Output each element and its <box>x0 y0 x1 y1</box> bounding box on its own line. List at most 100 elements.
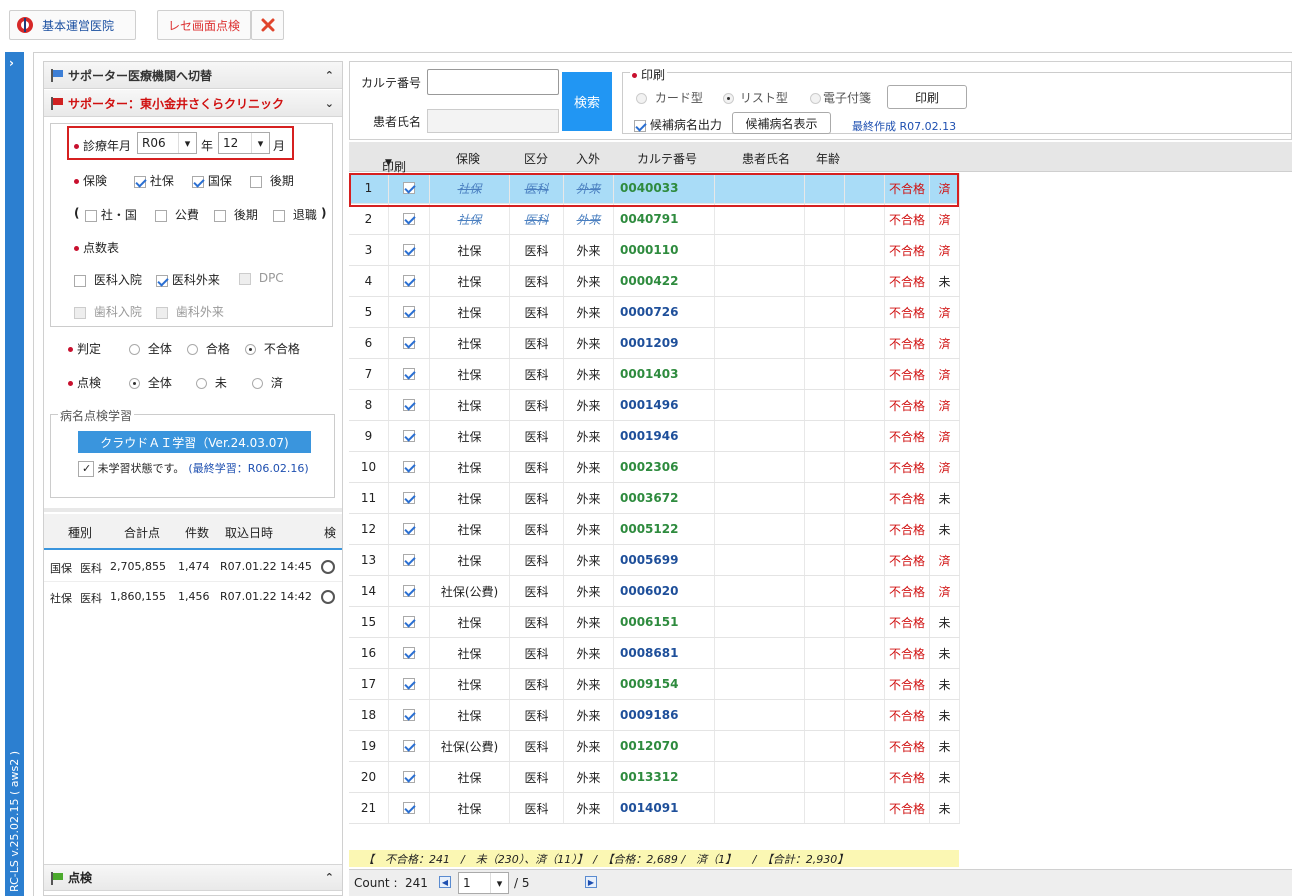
checkbox-checked-icon[interactable] <box>403 771 415 783</box>
row-print-checkbox[interactable] <box>389 235 430 265</box>
checkbox-checked-icon[interactable] <box>403 678 415 690</box>
rese-check-button[interactable]: レセ画面点検 <box>157 10 251 40</box>
row-print-checkbox[interactable] <box>389 204 430 234</box>
shaho-checkbox[interactable]: 社保 <box>134 172 174 189</box>
table-row[interactable]: 20 社保 医科 外来 0013312 不合格未 <box>349 762 960 793</box>
next-page-icon[interactable]: ▶ <box>585 876 597 888</box>
switch-header[interactable]: サポーター医療機関へ切替 ⌃ <box>44 62 342 89</box>
chevron-up-icon[interactable]: ⌃ <box>325 69 334 82</box>
checkbox-checked-icon[interactable] <box>403 399 415 411</box>
kihon-button[interactable]: 基本運営医院 <box>9 10 136 40</box>
table-row[interactable]: 19 社保(公費) 医科 外来 0012070 不合格未 <box>349 731 960 762</box>
checkbox-checked-icon[interactable] <box>403 461 415 473</box>
checkbox-icon[interactable] <box>214 209 226 222</box>
checkbox-checked-icon[interactable] <box>634 119 646 132</box>
row-print-checkbox[interactable] <box>389 731 430 761</box>
table-row[interactable]: 16 社保 医科 外来 0008681 不合格未 <box>349 638 960 669</box>
radio-icon[interactable] <box>196 378 207 389</box>
radio-icon[interactable] <box>252 378 263 389</box>
checkbox-checked-icon[interactable] <box>403 275 415 287</box>
table-row[interactable]: 13 社保 医科 外来 0005699 不合格済 <box>349 545 960 576</box>
table-row[interactable]: 14 社保(公費) 医科 外来 0006020 不合格済 <box>349 576 960 607</box>
table-row[interactable]: 21 社保 医科 外来 0014091 不合格未 <box>349 793 960 824</box>
checkbox-checked-icon[interactable] <box>403 616 415 628</box>
radio-icon[interactable] <box>187 344 198 355</box>
checkbox-checked-icon[interactable] <box>403 709 415 721</box>
page-select[interactable]: 1 ▾ <box>458 872 509 894</box>
sha-koku-checkbox[interactable]: 社・国 <box>85 206 137 223</box>
checkbox-icon[interactable] <box>273 209 285 222</box>
hantei-all-radio[interactable]: 全体 <box>129 340 172 357</box>
cloud-ai-button[interactable]: クラウドＡＩ学習（Ver.24.03.07) <box>78 431 311 453</box>
close-button[interactable] <box>251 10 284 40</box>
checkbox-checked-icon[interactable] <box>192 175 204 188</box>
checkbox-checked-icon[interactable] <box>403 337 415 349</box>
summary-row[interactable]: 社保 医科 1,860,155 1,456 R07.01.22 14:42 <box>44 582 342 612</box>
checkbox-checked-icon[interactable] <box>134 175 146 188</box>
checkbox-checked-icon[interactable] <box>403 554 415 566</box>
row-print-checkbox[interactable] <box>389 452 430 482</box>
radio-icon[interactable] <box>321 590 335 604</box>
table-row[interactable]: 10 社保 医科 外来 0002306 不合格済 <box>349 452 960 483</box>
table-row[interactable]: 4 社保 医科 外来 0000422 不合格未 <box>349 266 960 297</box>
table-row[interactable]: 8 社保 医科 外来 0001496 不合格済 <box>349 390 960 421</box>
checkbox-checked-icon[interactable] <box>403 740 415 752</box>
table-row[interactable]: 5 社保 医科 外来 0000726 不合格済 <box>349 297 960 328</box>
checkbox-checked-icon[interactable] <box>403 585 415 597</box>
row-print-checkbox[interactable] <box>389 359 430 389</box>
checkbox-checked-icon[interactable] <box>403 492 415 504</box>
checkbox-icon[interactable] <box>74 274 86 287</box>
row-print-checkbox[interactable] <box>389 483 430 513</box>
karte-input[interactable] <box>427 69 559 95</box>
row-print-checkbox[interactable] <box>389 297 430 327</box>
checkbox-checked-icon[interactable] <box>403 306 415 318</box>
table-row[interactable]: 6 社保 医科 外来 0001209 不合格済 <box>349 328 960 359</box>
checkbox-checked-icon[interactable] <box>403 368 415 380</box>
table-row[interactable]: 2 社保 医科 外来 0040791 不合格済 <box>349 204 960 235</box>
kouho-show-button[interactable]: 候補病名表示 <box>732 112 831 134</box>
row-print-checkbox[interactable] <box>389 576 430 606</box>
checkbox-checked-icon[interactable] <box>403 523 415 535</box>
row-print-checkbox[interactable] <box>389 266 430 296</box>
hantei-fugoukaku-radio[interactable]: 不合格 <box>245 340 300 357</box>
row-print-checkbox[interactable] <box>389 638 430 668</box>
row-print-checkbox[interactable] <box>389 700 430 730</box>
year-select[interactable]: R06 ▾ <box>137 132 197 154</box>
table-row[interactable]: 15 社保 医科 外来 0006151 不合格未 <box>349 607 960 638</box>
hantei-goukaku-radio[interactable]: 合格 <box>187 340 230 357</box>
prev-page-icon[interactable]: ◀ <box>439 876 451 888</box>
ika-nyuin-checkbox[interactable]: 医科入院 <box>74 271 142 288</box>
checkbox-icon[interactable] <box>85 209 97 222</box>
kouhi-checkbox[interactable]: 公費 <box>155 206 199 223</box>
checkbox-checked-icon[interactable] <box>403 802 415 814</box>
table-row[interactable]: 7 社保 医科 外来 0001403 不合格済 <box>349 359 960 390</box>
sort-down-icon[interactable]: ▼ <box>385 158 392 168</box>
row-print-checkbox[interactable] <box>389 793 430 823</box>
checkbox-checked-icon[interactable] <box>403 647 415 659</box>
patient-input[interactable] <box>427 109 559 133</box>
checkbox-checked-icon[interactable] <box>403 213 415 225</box>
month-select[interactable]: 12 ▾ <box>218 132 270 154</box>
checkbox-checked-icon[interactable] <box>403 244 415 256</box>
table-row[interactable]: 17 社保 医科 外来 0009154 不合格未 <box>349 669 960 700</box>
checkbox-icon[interactable] <box>155 209 167 222</box>
checkbox-checked-icon[interactable] <box>156 274 168 287</box>
ika-gairai-checkbox[interactable]: 医科外来 <box>156 271 220 288</box>
checkbox-icon[interactable] <box>250 175 262 188</box>
tenken-all-radio[interactable]: 全体 <box>129 374 172 391</box>
chevron-up-icon[interactable]: ⌃ <box>325 871 334 884</box>
row-print-checkbox[interactable] <box>389 669 430 699</box>
sidebar-collapse-bar[interactable]: › RC-LS v.25.02.15 ( aws2 ) <box>5 52 24 896</box>
radio-icon[interactable] <box>129 344 140 355</box>
row-print-checkbox[interactable] <box>389 421 430 451</box>
row-print-checkbox[interactable] <box>389 762 430 792</box>
tenken-mi-radio[interactable]: 未 <box>196 374 227 391</box>
table-row[interactable]: 3 社保 医科 外来 0000110 不合格済 <box>349 235 960 266</box>
table-row[interactable]: 9 社保 医科 外来 0001946 不合格済 <box>349 421 960 452</box>
tenken-zumi-radio[interactable]: 済 <box>252 374 283 391</box>
tenken-header[interactable]: 点検 ⌃ <box>44 864 342 891</box>
table-row[interactable]: 18 社保 医科 外来 0009186 不合格未 <box>349 700 960 731</box>
search-button[interactable]: 検索 <box>562 72 612 131</box>
row-print-checkbox[interactable] <box>389 390 430 420</box>
radio-selected-icon[interactable] <box>245 344 256 355</box>
